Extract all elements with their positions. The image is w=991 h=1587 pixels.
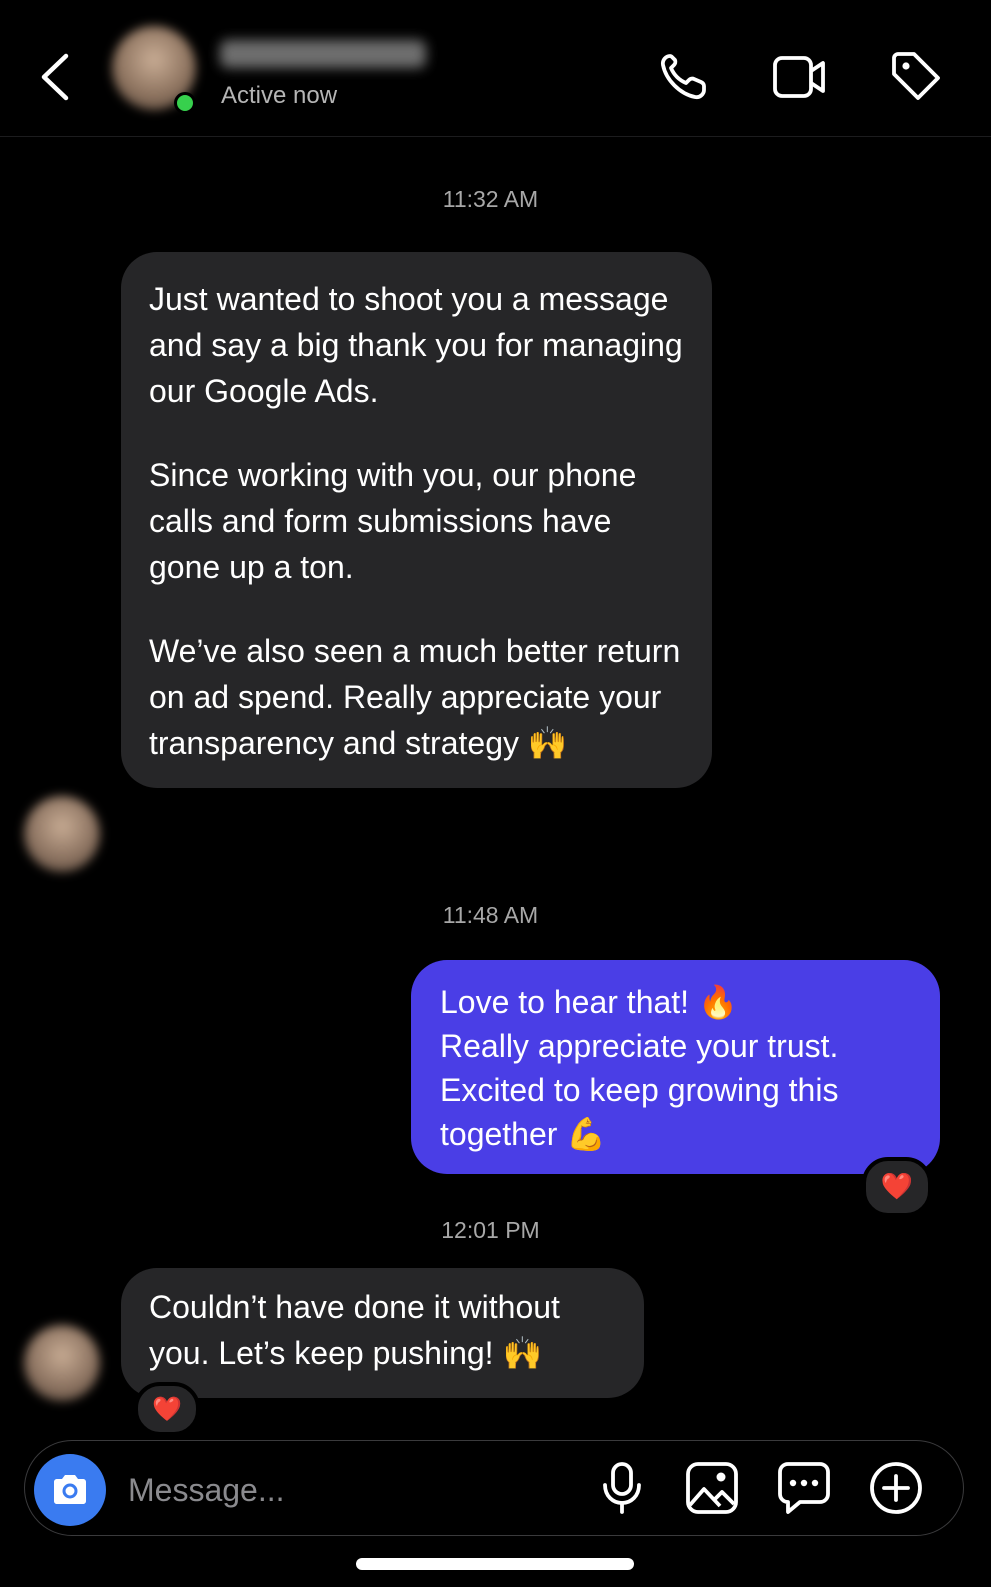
message-timestamp: 12:01 PM xyxy=(441,1217,540,1243)
chat-header: Active now xyxy=(0,0,991,137)
received-message-bubble[interactable]: Just wanted to shoot you a message and s… xyxy=(121,252,712,788)
video-camera-icon[interactable] xyxy=(772,50,828,104)
microphone-icon[interactable] xyxy=(594,1460,650,1516)
online-indicator xyxy=(174,92,196,114)
message-line: Excited to keep growing this together 💪 xyxy=(440,1072,839,1152)
sent-message-bubble[interactable]: Love to hear that! 🔥 Really appreciate y… xyxy=(411,960,940,1174)
sticker-chat-icon[interactable] xyxy=(776,1460,832,1516)
message-timestamp: 11:32 AM xyxy=(442,186,539,212)
message-line: Really appreciate your trust. xyxy=(440,1028,839,1064)
message-line: Love to hear that! 🔥 xyxy=(440,984,738,1020)
heart-icon: ❤️ xyxy=(880,1172,914,1202)
home-indicator[interactable] xyxy=(356,1558,634,1570)
heart-reaction[interactable]: ❤️ xyxy=(134,1382,200,1436)
camera-icon xyxy=(54,1475,86,1504)
message-paragraph: Just wanted to shoot you a message and s… xyxy=(149,281,683,409)
heart-reaction[interactable]: ❤️ xyxy=(862,1157,932,1217)
image-icon[interactable] xyxy=(684,1460,740,1516)
message-paragraph: We’ve also seen a much better return on … xyxy=(149,633,681,761)
back-chevron-icon[interactable] xyxy=(36,50,76,104)
camera-button[interactable] xyxy=(34,1454,106,1526)
heart-icon: ❤️ xyxy=(152,1395,182,1423)
plus-circle-icon[interactable] xyxy=(868,1460,924,1516)
message-paragraph: Since working with you, our phone calls … xyxy=(149,457,637,585)
message-input[interactable] xyxy=(126,1466,570,1514)
phone-icon[interactable] xyxy=(656,50,712,104)
message-timestamp: 11:48 AM xyxy=(442,902,539,928)
contact-name-blurred[interactable] xyxy=(220,40,426,68)
tag-icon[interactable] xyxy=(888,50,944,104)
message-text: Couldn’t have done it without you. Let’s… xyxy=(149,1289,560,1371)
received-message-bubble[interactable]: Couldn’t have done it without you. Let’s… xyxy=(121,1268,644,1398)
active-status: Active now xyxy=(221,82,338,109)
sender-avatar[interactable] xyxy=(24,1325,100,1401)
sender-avatar[interactable] xyxy=(24,796,100,872)
